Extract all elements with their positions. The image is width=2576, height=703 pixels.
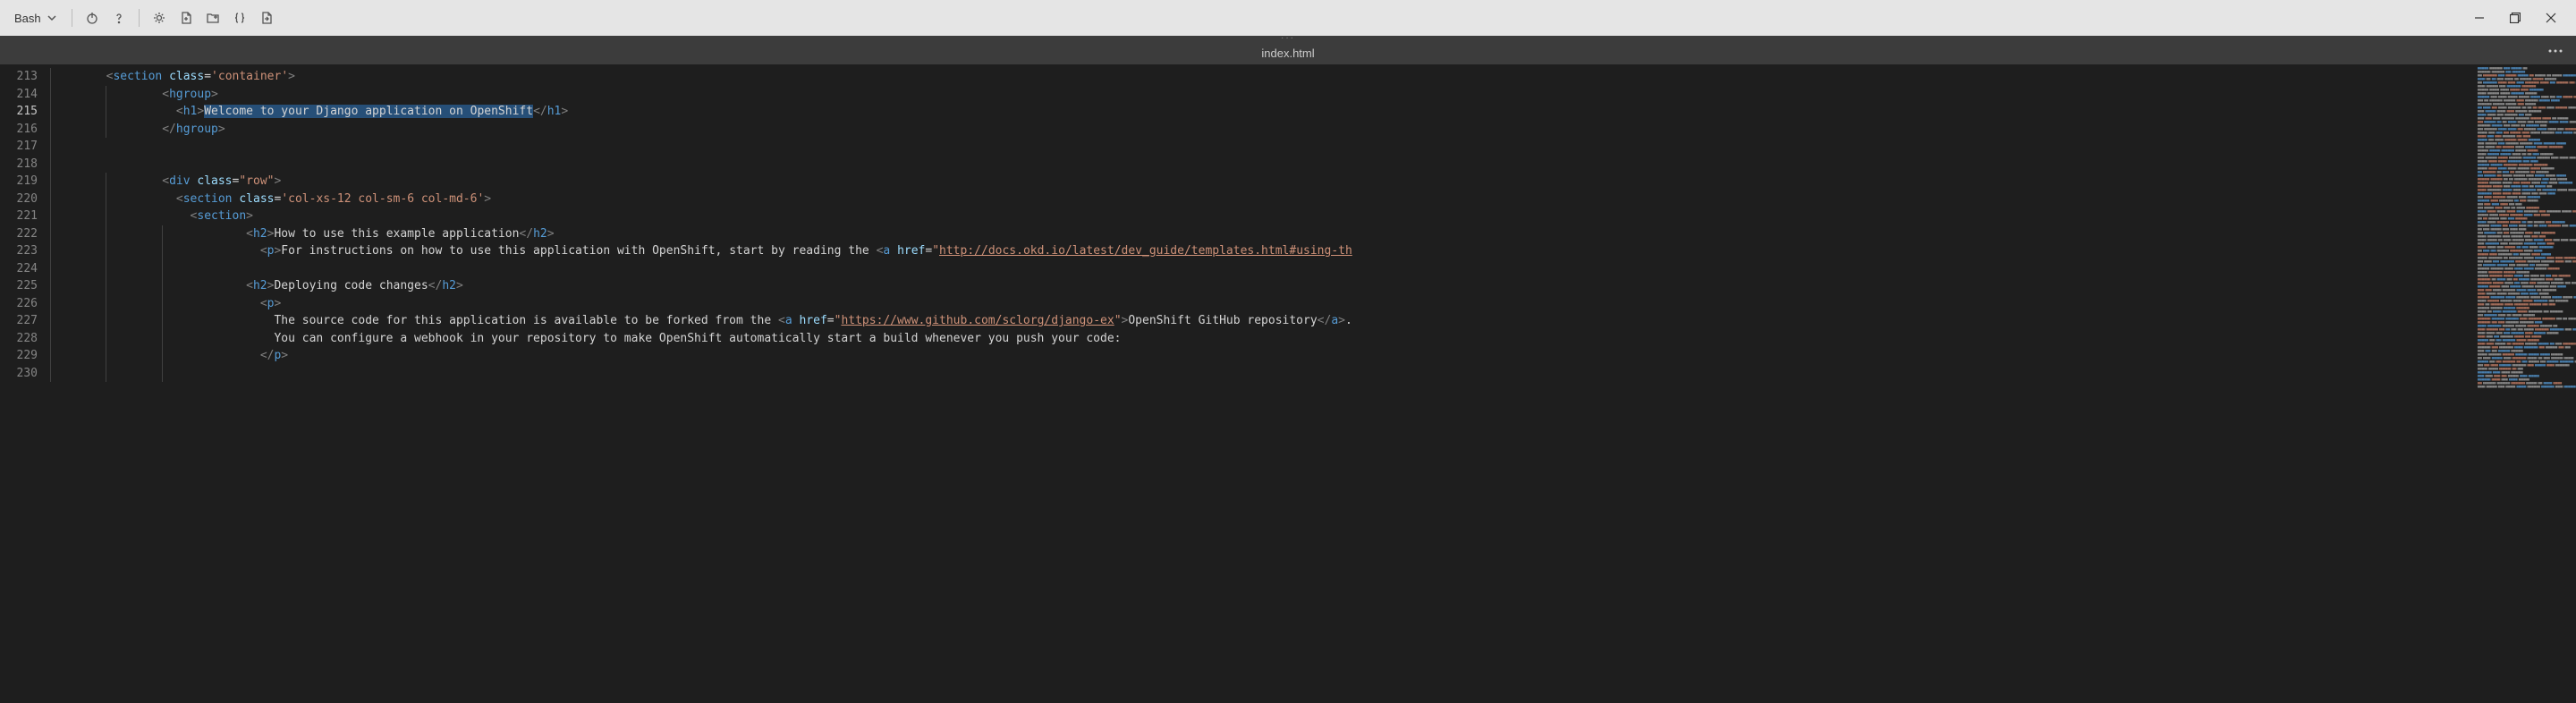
line-number: 228 (0, 330, 38, 348)
line-number-gutter: 2132142152162172182192202212222232242252… (0, 64, 50, 703)
minimize-button[interactable] (2462, 5, 2497, 30)
line-number: 215 (0, 103, 38, 121)
editor: 2132142152162172182192202212222232242252… (0, 64, 2576, 703)
titlebar-left: Bash (7, 5, 279, 30)
line-number: 213 (0, 68, 38, 86)
close-button[interactable] (2533, 5, 2569, 30)
titlebar: Bash (0, 0, 2576, 36)
line-number: 224 (0, 260, 38, 278)
code-line[interactable]: <h1>Welcome to your Django application o… (50, 103, 2469, 121)
line-number: 222 (0, 225, 38, 243)
new-folder-button[interactable] (200, 5, 225, 30)
line-number: 226 (0, 295, 38, 313)
gear-button[interactable] (147, 5, 172, 30)
line-number: 216 (0, 121, 38, 139)
line-number: 221 (0, 208, 38, 225)
code-line[interactable]: <section class='container'> (50, 68, 2469, 86)
code-line[interactable]: <p> (50, 295, 2469, 313)
new-file-button[interactable] (174, 5, 199, 30)
line-number: 227 (0, 312, 38, 330)
line-number: 219 (0, 173, 38, 191)
code-line[interactable]: <h2>Deploying code changes</h2> (50, 277, 2469, 295)
code-line[interactable]: <div class="row"> (50, 173, 2469, 191)
code-area[interactable]: <section class='container'> <hgroup> <h1… (50, 64, 2469, 703)
code-line[interactable]: <hgroup> (50, 86, 2469, 104)
code-line[interactable] (50, 156, 2469, 174)
code-line[interactable]: <section class='col-xs-12 col-sm-6 col-m… (50, 191, 2469, 208)
code-line[interactable] (50, 260, 2469, 278)
code-line[interactable]: You can configure a webhook in your repo… (50, 330, 2469, 348)
code-line[interactable]: </p> (50, 347, 2469, 365)
code-line[interactable]: </hgroup> (50, 121, 2469, 139)
code-line[interactable]: <h2>How to use this example application<… (50, 225, 2469, 243)
line-number: 220 (0, 191, 38, 208)
code-line[interactable] (50, 365, 2469, 383)
help-button[interactable] (106, 5, 131, 30)
line-number: 225 (0, 277, 38, 295)
shell-selector-label: Bash (14, 12, 41, 25)
braces-button[interactable] (227, 5, 252, 30)
code-line[interactable]: <section> (50, 208, 2469, 225)
line-number: 217 (0, 138, 38, 156)
power-button[interactable] (80, 5, 105, 30)
minimap[interactable]: ██████████ ████████████ ██████ █████████… (2469, 64, 2576, 703)
code-line[interactable]: <p>For instructions on how to use this a… (50, 242, 2469, 260)
line-number: 214 (0, 86, 38, 104)
line-number: 218 (0, 156, 38, 174)
code-line[interactable] (50, 138, 2469, 156)
line-number: 223 (0, 242, 38, 260)
tab-bar: index.html (0, 41, 2576, 64)
tab-filename[interactable]: index.html (1261, 47, 1314, 60)
chevron-down-icon (47, 13, 57, 23)
tab-more-button[interactable] (2542, 43, 2569, 64)
shell-selector[interactable]: Bash (7, 8, 64, 29)
line-number: 229 (0, 347, 38, 365)
maximize-button[interactable] (2497, 5, 2533, 30)
window-controls (2462, 5, 2569, 30)
open-file-button[interactable] (254, 5, 279, 30)
code-line[interactable]: The source code for this application is … (50, 312, 2469, 330)
line-number: 230 (0, 365, 38, 383)
divider (139, 9, 140, 27)
